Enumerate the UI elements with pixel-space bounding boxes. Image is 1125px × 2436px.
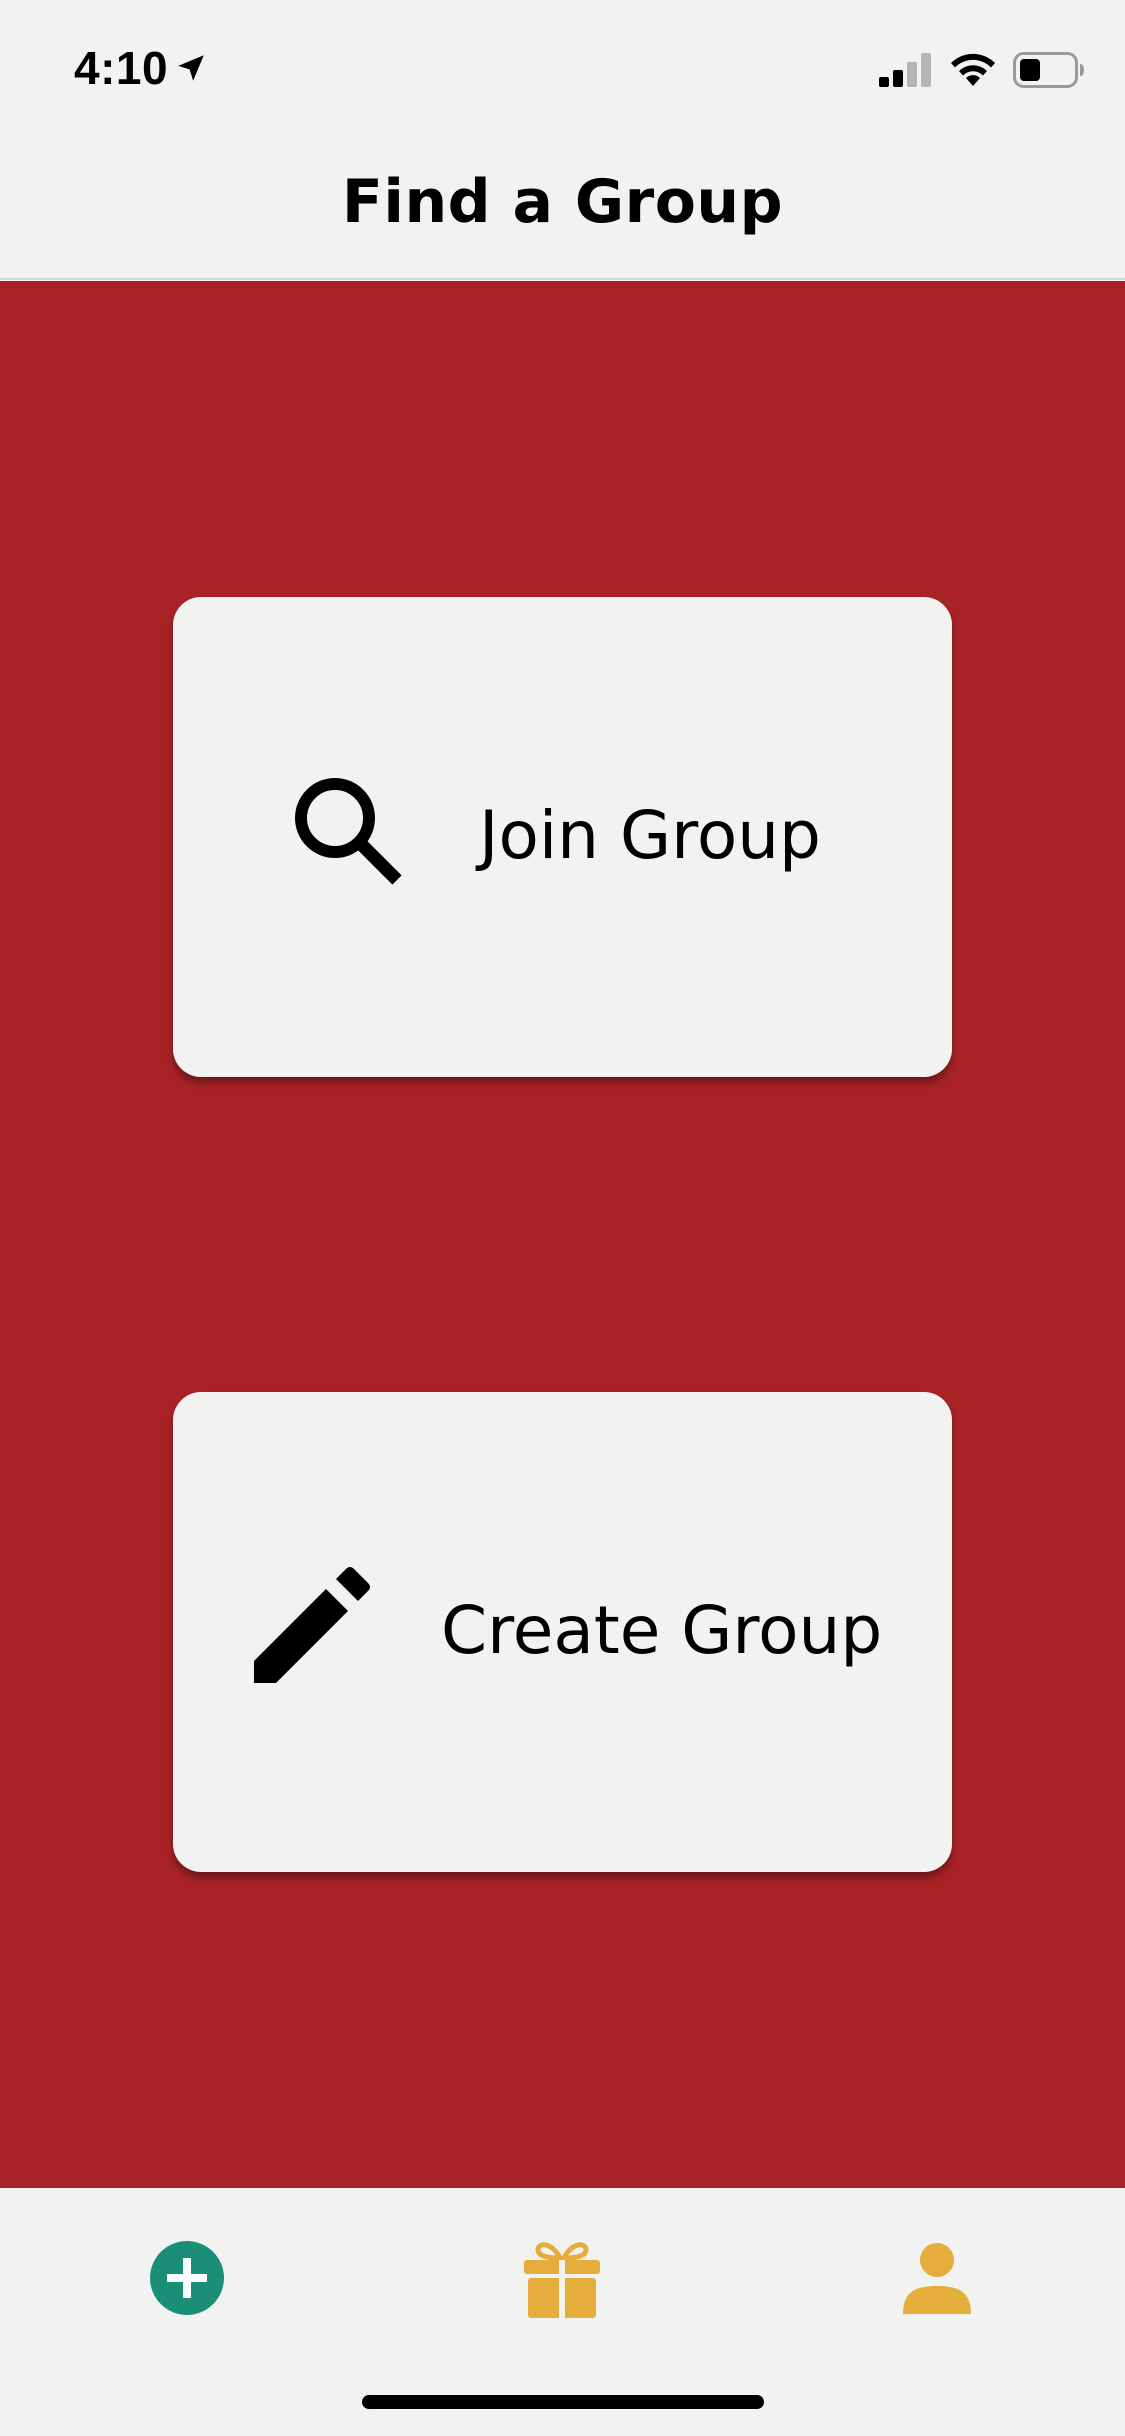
page-title: Find a Group xyxy=(341,167,784,237)
create-group-button[interactable]: Create Group xyxy=(173,1392,952,1872)
person-icon xyxy=(903,2243,971,2314)
tab-profile[interactable] xyxy=(877,2218,997,2338)
tab-add[interactable] xyxy=(127,2218,247,2338)
main-content: Join Group Create Group xyxy=(0,281,1125,2188)
status-bar: 4:10 xyxy=(0,0,1125,136)
gift-icon xyxy=(524,2242,600,2318)
navigation-header: Find a Group xyxy=(0,136,1125,280)
search-icon xyxy=(295,778,402,885)
status-indicators xyxy=(879,50,1085,90)
pencil-icon xyxy=(254,1567,370,1683)
add-circle-icon xyxy=(150,2241,224,2315)
status-time: 4:10 xyxy=(74,42,169,94)
cellular-signal-icon xyxy=(879,53,931,87)
join-group-button[interactable]: Join Group xyxy=(173,597,952,1077)
join-group-label: Join Group xyxy=(479,797,821,874)
wifi-icon xyxy=(951,53,995,86)
status-time-group: 4:10 xyxy=(74,38,208,98)
tab-gift[interactable] xyxy=(502,2218,622,2338)
create-group-label: Create Group xyxy=(441,1592,883,1669)
location-arrow-icon xyxy=(178,55,204,81)
battery-icon xyxy=(1013,52,1084,88)
home-indicator xyxy=(362,2395,764,2409)
